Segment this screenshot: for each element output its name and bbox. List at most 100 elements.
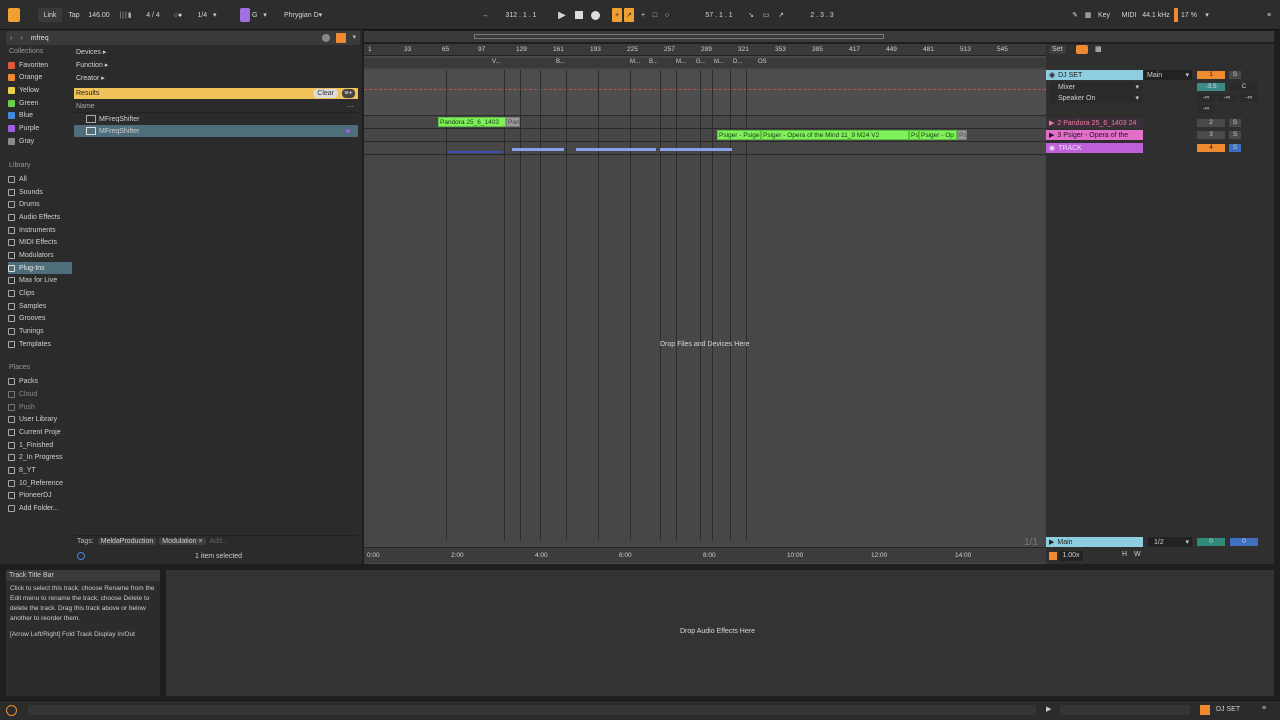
link-button[interactable]: Link [38,8,62,22]
place-1-finished[interactable]: 1_Finished [8,439,72,451]
audio-clip[interactable]: Psiger - Opera of the Mind 11_9 M24 V2 [761,130,909,140]
play-icon[interactable]: ▶ [556,8,568,22]
library-templates[interactable]: Templates [8,338,72,350]
loop-switch-icon[interactable]: ▭ [760,8,772,22]
track-header-2[interactable]: ▶ 2 Pandora 25_6_1403 24 [1046,118,1143,128]
locator[interactable]: V... [492,59,500,65]
mixer-row[interactable]: Mixer ▾ [1050,82,1142,92]
track-header-4[interactable]: ◉ TRACK [1046,143,1143,153]
library-tunings[interactable]: Tunings [8,325,72,337]
library-midi-effects[interactable]: MIDI Effects [8,236,72,248]
audio-clip[interactable]: Psiger - Op [919,130,957,140]
collection-gray[interactable]: Gray [8,135,72,147]
clear-button[interactable]: Clear [313,89,338,98]
device-view[interactable]: Drop Audio Effects Here [166,570,1274,696]
browser-search[interactable]: ‹ › mfreq ▾ [6,31,360,45]
beat-ruler[interactable]: 1 33 65 97 129 161 193 225 257 289 321 3… [364,44,1046,56]
arrangement-overview[interactable] [364,31,1274,42]
locator[interactable]: B... [556,59,565,65]
key-map-button[interactable]: Key [1096,8,1112,22]
draw-mode-icon[interactable]: ✎ [1070,8,1080,22]
track-play-icon[interactable]: ▶ [1049,119,1054,127]
place-10-reference[interactable]: 10_Reference [8,477,72,489]
filter-view-icon[interactable] [336,33,346,43]
track-activator-button[interactable]: 2 [1197,119,1225,127]
audio-clip[interactable]: Psiger - Psige [717,130,761,140]
send-field[interactable]: -∞ [1197,105,1215,113]
list-item[interactable]: MFreqShifter [74,113,358,125]
preview-icon[interactable] [77,552,85,560]
solo-button[interactable]: S [1229,144,1241,152]
midi-clip[interactable] [448,151,502,153]
punch-in-icon[interactable]: ↘ [746,8,756,22]
library-instruments[interactable]: Instruments [8,224,72,236]
overview-viewport[interactable] [474,34,884,39]
w-button[interactable]: W [1134,551,1141,558]
add-tag-input[interactable]: Add... [210,538,228,545]
audio-clip[interactable]: Ps [909,130,919,140]
tag-chip[interactable]: Modulation × [159,538,206,545]
quantize-select[interactable]: 1/4 ▾ [190,8,224,22]
volume-field[interactable]: -3.5 [1197,83,1225,91]
collection-green[interactable]: Green [8,97,72,109]
place-current-project[interactable]: Current Proje [8,426,72,438]
cpu-dropdown-icon[interactable]: ▾ [1202,8,1212,22]
automation-arm-icon[interactable]: ↗ [624,8,634,22]
output-select[interactable]: Main ▾ [1144,70,1192,80]
library-drums[interactable]: Drums [8,198,72,210]
locator[interactable]: D... [733,59,742,65]
group-track-lane[interactable] [364,70,1046,116]
fold-icon[interactable]: ◉ [1049,144,1055,152]
filter-function[interactable]: Function ▸ [76,61,108,69]
track-header-dj-set[interactable]: ◉ DJ SET [1046,70,1143,80]
track-lane-4[interactable] [364,143,1046,155]
track-activator-button[interactable]: 3 [1197,131,1225,139]
locator[interactable]: OS [758,59,767,65]
speaker-row[interactable]: Speaker On ▾ [1050,93,1142,103]
track-activator-button[interactable]: 4 [1197,144,1225,152]
arrangement-record-icon[interactable] [1076,45,1088,54]
time-ruler[interactable]: 0:00 2:00 4:00 6:00 8:00 10:00 12:00 14:… [364,547,1046,563]
place-user-library[interactable]: User Library [8,413,72,425]
library-grooves[interactable]: Grooves [8,312,72,324]
send-field[interactable]: -∞ [1240,94,1258,102]
list-item[interactable]: MFreqShifter [74,125,358,137]
main-volume-field[interactable]: 0 [1197,538,1225,546]
tap-button[interactable]: Tap [66,8,82,22]
audio-clip[interactable]: Pandora 25_6_1403 [438,117,506,127]
clear-search-icon[interactable] [322,34,330,42]
column-options-icon[interactable]: ⋯ [347,103,354,111]
locator[interactable]: B... [649,59,658,65]
set-button[interactable]: Set [1049,45,1066,54]
collection-blue[interactable]: Blue [8,109,72,121]
capture-icon[interactable]: □ [650,8,660,22]
track-activator-button[interactable]: 1 [1197,71,1225,79]
track-lane-2[interactable]: Pandora 25_6_1403 Pand [364,117,1046,129]
library-plug-ins[interactable]: Plug-Ins [8,262,72,274]
collection-purple[interactable]: Purple [8,122,72,134]
pan-field[interactable]: C [1230,83,1258,91]
track-play-icon[interactable]: ▶ [1049,538,1054,546]
track-play-icon[interactable]: ▶ [1049,131,1054,139]
scale-mode-icon[interactable] [240,8,250,22]
main-routing-select[interactable]: 1/2 ▾ [1148,537,1192,547]
place-cloud[interactable]: Cloud [8,388,72,400]
library-sounds[interactable]: Sounds [8,186,72,198]
filter-devices[interactable]: Devices ▸ [76,48,106,56]
place-pioneerdj[interactable]: PioneerDJ [8,489,72,501]
stop-icon[interactable] [574,8,584,22]
midi-clip[interactable] [576,148,656,151]
fold-icon[interactable]: ◉ [1049,71,1055,79]
loop-start-field[interactable]: 57 . 1 . 1 [694,8,744,22]
midi-clip[interactable] [512,148,564,151]
library-all[interactable]: All [8,173,72,185]
h-button[interactable]: H [1122,551,1127,558]
filter-dropdown-icon[interactable]: ▾ [352,33,356,41]
library-max-for-live[interactable]: Max for Live [8,274,72,286]
locator[interactable]: M... [676,59,686,65]
library-clips[interactable]: Clips [8,287,72,299]
session-record-icon[interactable]: + [638,8,648,22]
tempo-follow-icon[interactable] [1049,552,1057,560]
metronome-icon[interactable]: ○● [170,8,186,22]
main-pan-field[interactable]: 0 [1230,538,1258,546]
